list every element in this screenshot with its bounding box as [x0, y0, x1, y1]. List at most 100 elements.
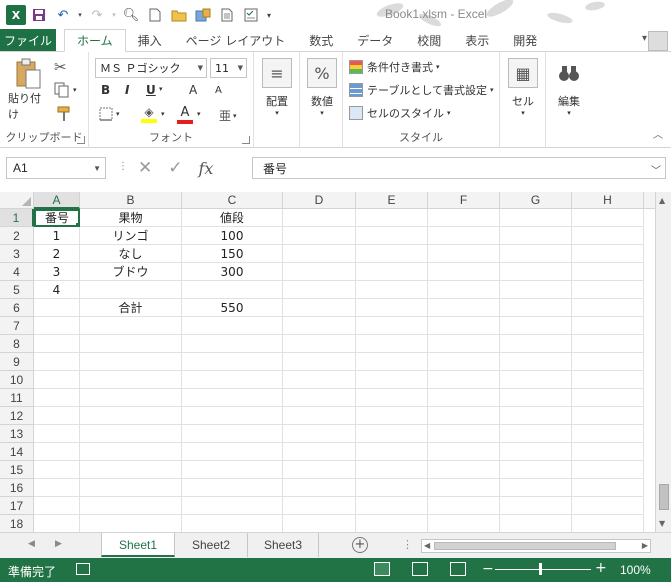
vertical-scroll-thumb[interactable] — [659, 484, 669, 510]
scroll-left-icon[interactable]: ◀ — [424, 541, 430, 550]
cell-e16[interactable] — [356, 479, 428, 497]
column-header-e[interactable]: E — [356, 192, 428, 209]
cells-button[interactable]: ▦ セル ▾ — [507, 58, 539, 117]
cell-c13[interactable] — [182, 425, 283, 443]
add-sheet-icon[interactable]: + — [352, 537, 368, 553]
cell-c3[interactable]: 150 — [182, 245, 283, 263]
underline-dropdown-icon[interactable]: ▾ — [159, 85, 163, 93]
scroll-down-icon[interactable]: ▼ — [659, 519, 665, 528]
cell-b3[interactable]: なし — [80, 245, 182, 263]
cell-h4[interactable] — [572, 263, 644, 281]
cell-a13[interactable] — [34, 425, 80, 443]
tab-view[interactable]: 表示 — [453, 29, 501, 51]
cell-f14[interactable] — [428, 443, 500, 461]
cell-c2[interactable]: 100 — [182, 227, 283, 245]
cell-a5[interactable]: 4 — [34, 281, 80, 299]
cell-b17[interactable] — [80, 497, 182, 515]
cut-button[interactable]: ✂ — [54, 58, 67, 76]
cell-c10[interactable] — [182, 371, 283, 389]
cell-c14[interactable] — [182, 443, 283, 461]
worksheet-grid[interactable]: A B C D E F G H 1 番号 果物 値段 2 1 リンゴ 100 3 2 なし 150 4 3 ブドウ 300 5 4… — [0, 192, 655, 532]
cell-d1[interactable] — [283, 209, 356, 227]
cell-c5[interactable] — [182, 281, 283, 299]
row-header-11[interactable]: 11 — [0, 389, 34, 407]
cell-a3[interactable]: 2 — [34, 245, 80, 263]
cell-h13[interactable] — [572, 425, 644, 443]
cell-h14[interactable] — [572, 443, 644, 461]
account-dropdown-icon[interactable]: ▾ — [642, 33, 647, 44]
enter-icon[interactable]: ✓ — [168, 158, 182, 178]
italic-button[interactable]: I — [125, 83, 129, 97]
row-header-16[interactable]: 16 — [0, 479, 34, 497]
row-header-7[interactable]: 7 — [0, 317, 34, 335]
save-icon[interactable] — [28, 4, 50, 26]
column-header-f[interactable]: F — [428, 192, 500, 209]
cell-g1[interactable] — [500, 209, 572, 227]
cell-c12[interactable] — [182, 407, 283, 425]
column-header-b[interactable]: B — [80, 192, 182, 209]
cell-e17[interactable] — [356, 497, 428, 515]
cell-b15[interactable] — [80, 461, 182, 479]
sheet-tab-sheet2[interactable]: Sheet2 — [175, 533, 248, 557]
redo-dropdown-icon[interactable]: ▾ — [110, 4, 118, 26]
cell-d4[interactable] — [283, 263, 356, 281]
page-layout-view-icon[interactable] — [412, 562, 428, 576]
cell-g17[interactable] — [500, 497, 572, 515]
cell-h10[interactable] — [572, 371, 644, 389]
format-painter-button[interactable] — [56, 106, 72, 122]
sheet-tab-sheet1[interactable]: Sheet1 — [101, 533, 175, 557]
cell-b1[interactable]: 果物 — [80, 209, 182, 227]
column-header-c[interactable]: C — [182, 192, 283, 209]
cell-g2[interactable] — [500, 227, 572, 245]
cell-d15[interactable] — [283, 461, 356, 479]
decrease-font-button[interactable]: A — [215, 85, 222, 96]
cell-b4[interactable]: ブドウ — [80, 263, 182, 281]
cell-e8[interactable] — [356, 335, 428, 353]
horizontal-scroll-thumb[interactable] — [434, 542, 616, 550]
cell-b13[interactable] — [80, 425, 182, 443]
tab-developer[interactable]: 開発 — [501, 29, 549, 51]
font-size-combo[interactable]: 11 ▼ — [210, 58, 247, 78]
cell-f2[interactable] — [428, 227, 500, 245]
column-header-g[interactable]: G — [500, 192, 572, 209]
macro-record-icon[interactable] — [76, 563, 90, 575]
zoom-out-icon[interactable]: − — [482, 561, 494, 577]
cell-h16[interactable] — [572, 479, 644, 497]
cell-styles-button[interactable]: セルのスタイル ▾ — [349, 105, 451, 121]
cell-f9[interactable] — [428, 353, 500, 371]
cell-h1[interactable] — [572, 209, 644, 227]
cell-e3[interactable] — [356, 245, 428, 263]
cell-b5[interactable] — [80, 281, 182, 299]
cell-a9[interactable] — [34, 353, 80, 371]
column-header-h[interactable]: H — [572, 192, 644, 209]
sheet-nav-prev-icon[interactable]: ◀ — [28, 539, 35, 549]
alignment-button[interactable]: ≡ 配置 ▾ — [260, 58, 294, 117]
cell-d11[interactable] — [283, 389, 356, 407]
row-header-3[interactable]: 3 — [0, 245, 34, 263]
cell-b16[interactable] — [80, 479, 182, 497]
tab-review[interactable]: 校閲 — [405, 29, 453, 51]
redo-icon[interactable]: ↷ — [86, 4, 108, 26]
tab-data[interactable]: データ — [345, 29, 405, 51]
tab-insert[interactable]: 挿入 — [126, 29, 174, 51]
cell-f7[interactable] — [428, 317, 500, 335]
cell-d17[interactable] — [283, 497, 356, 515]
normal-view-icon[interactable] — [374, 562, 390, 576]
cell-b2[interactable]: リンゴ — [80, 227, 182, 245]
cell-b10[interactable] — [80, 371, 182, 389]
cell-d13[interactable] — [283, 425, 356, 443]
tab-formulas[interactable]: 数式 — [297, 29, 345, 51]
cell-f18[interactable] — [428, 515, 500, 532]
horizontal-scrollbar[interactable]: ◀ ▶ — [421, 539, 651, 553]
cell-e6[interactable] — [356, 299, 428, 317]
document-icon[interactable] — [216, 4, 238, 26]
cell-h18[interactable] — [572, 515, 644, 532]
cell-e18[interactable] — [356, 515, 428, 532]
undo-icon[interactable]: ↶ — [52, 4, 74, 26]
cell-e11[interactable] — [356, 389, 428, 407]
cell-h5[interactable] — [572, 281, 644, 299]
cell-b8[interactable] — [80, 335, 182, 353]
row-header-6[interactable]: 6 — [0, 299, 34, 317]
cell-b6[interactable]: 合計 — [80, 299, 182, 317]
row-header-2[interactable]: 2 — [0, 227, 34, 245]
